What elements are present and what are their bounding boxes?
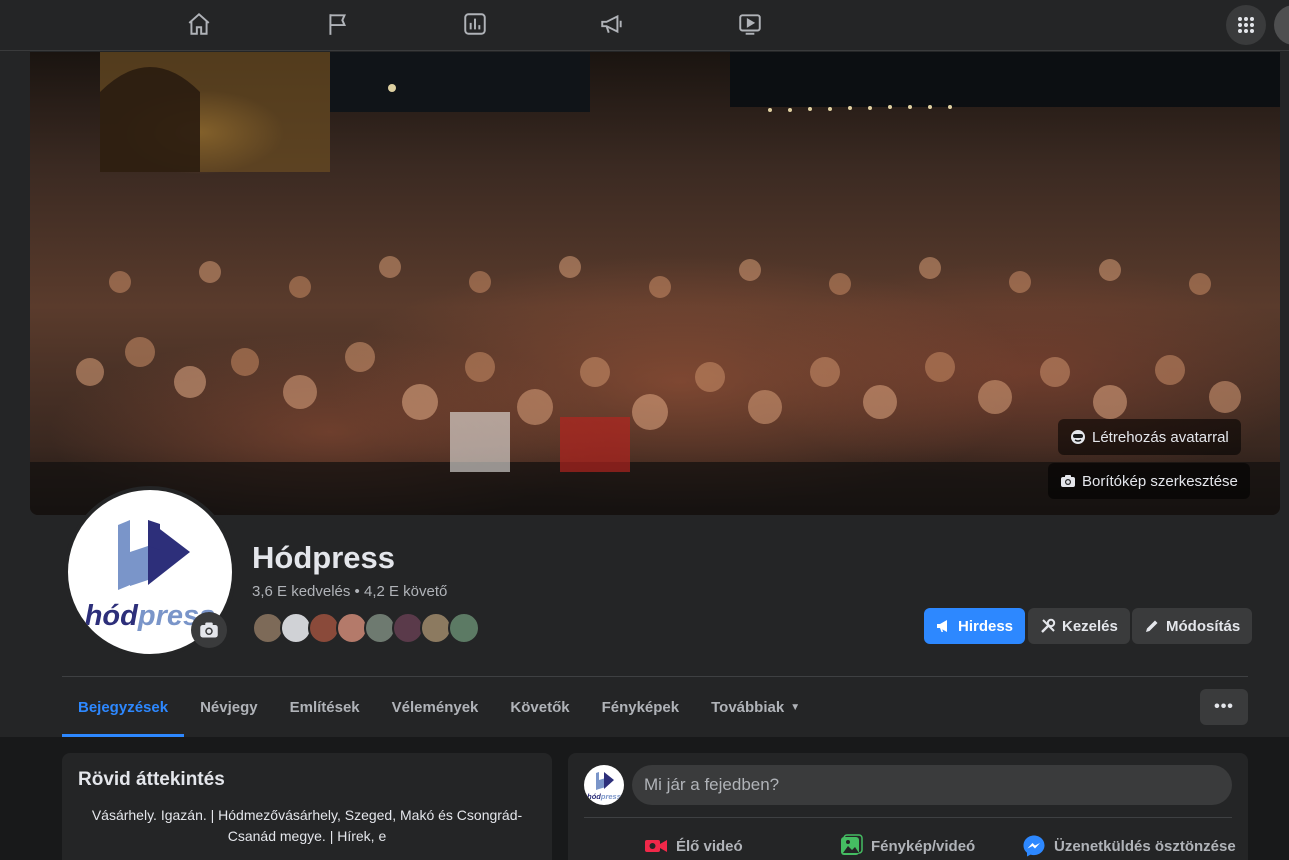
tab-reviews[interactable]: Vélemények [376, 677, 495, 737]
hodpress-logo: hódpress [587, 772, 621, 801]
tab-photos[interactable]: Fényképek [586, 677, 696, 737]
account-avatar[interactable] [1274, 5, 1289, 45]
tab-posts-label: Bejegyzések [78, 698, 169, 716]
composer-avatar[interactable]: hódpress [584, 765, 624, 805]
camera-icon [1061, 475, 1075, 487]
advertise-label: Hirdess [958, 617, 1014, 635]
edit-cover-button[interactable]: Borítókép szerkesztése [1048, 463, 1250, 499]
edit-page-label: Módosítás [1166, 617, 1241, 635]
tab-mentions-label: Említések [289, 698, 360, 716]
logo-text: hódpress [587, 792, 621, 801]
intro-title: Rövid áttekintés [78, 769, 225, 790]
page-tabs: Bejegyzések Névjegy Említések Vélemények… [62, 677, 816, 737]
live-video-icon [645, 840, 667, 852]
photo-icon [841, 834, 863, 855]
pencil-icon [1146, 620, 1158, 632]
composer-placeholder: Mi jár a fejedben? [644, 775, 780, 794]
photo-video-button[interactable]: Fénykép/videó [839, 831, 975, 860]
tab-more-label: Továbbiak [711, 698, 785, 716]
create-avatar-button[interactable]: Létrehozás avatarral [1058, 419, 1241, 455]
megaphone-icon [937, 620, 947, 632]
top-navigation-bar [0, 0, 1289, 51]
manage-label: Kezelés [1062, 617, 1118, 635]
menu-grid-icon[interactable] [1226, 5, 1266, 45]
photo-video-label: Fénykép/videó [871, 837, 976, 855]
post-composer: hódpress Mi jár a fejedben? Élő videó Fé… [568, 753, 1248, 860]
avatar-icon [1071, 430, 1085, 444]
composer-divider [584, 817, 1232, 818]
tab-photos-label: Fényképek [601, 698, 680, 716]
composer-input[interactable]: Mi jár a fejedben? [632, 765, 1232, 805]
intro-card: Rövid áttekintés Vásárhely. Igazán. | Hó… [62, 753, 552, 860]
megaphone-icon[interactable] [594, 8, 630, 40]
video-icon[interactable] [732, 8, 768, 40]
page-stats[interactable]: 3,6 E kedvelés • 4,2 E követő [252, 583, 447, 600]
update-profile-picture-button[interactable] [191, 612, 227, 648]
create-avatar-label: Létrehozás avatarral [1092, 428, 1229, 446]
tab-posts[interactable]: Bejegyzések [62, 677, 185, 737]
messaging-button[interactable]: Üzenetküldés ösztönzése [1022, 831, 1236, 860]
live-video-button[interactable]: Élő videó [644, 831, 743, 860]
messenger-icon [1023, 835, 1045, 857]
more-options-button[interactable]: ••• [1200, 689, 1248, 725]
edit-page-button[interactable]: Módosítás [1132, 608, 1253, 644]
cover-photo[interactable]: Létrehozás avatarral Borítókép szerkeszt… [30, 52, 1280, 515]
tab-more[interactable]: Továbbiak ▼ [695, 677, 816, 737]
caret-down-icon: ▼ [790, 701, 801, 713]
tab-about[interactable]: Névjegy [184, 677, 274, 737]
follower-avatar[interactable] [448, 612, 480, 644]
camera-icon [200, 622, 218, 638]
tools-icon [1041, 618, 1056, 633]
tab-about-label: Névjegy [200, 698, 258, 716]
flag-icon[interactable] [320, 8, 356, 40]
page-title: Hódpress [252, 540, 395, 575]
insights-icon[interactable] [457, 8, 493, 40]
tab-mentions[interactable]: Említések [274, 677, 376, 737]
edit-cover-label: Borítókép szerkesztése [1082, 472, 1238, 490]
advertise-button[interactable]: Hirdess [924, 608, 1026, 644]
messaging-label: Üzenetküldés ösztönzése [1054, 837, 1236, 855]
tab-followers-label: Követők [510, 698, 570, 716]
live-video-label: Élő videó [676, 837, 743, 855]
manage-button[interactable]: Kezelés [1028, 608, 1130, 644]
tab-reviews-label: Vélemények [391, 698, 479, 716]
tab-followers[interactable]: Követők [494, 677, 585, 737]
home-icon[interactable] [181, 8, 217, 40]
more-options-icon: ••• [1214, 698, 1234, 715]
intro-description: Vásárhely. Igazán. | Hódmezővásárhely, S… [91, 807, 523, 844]
